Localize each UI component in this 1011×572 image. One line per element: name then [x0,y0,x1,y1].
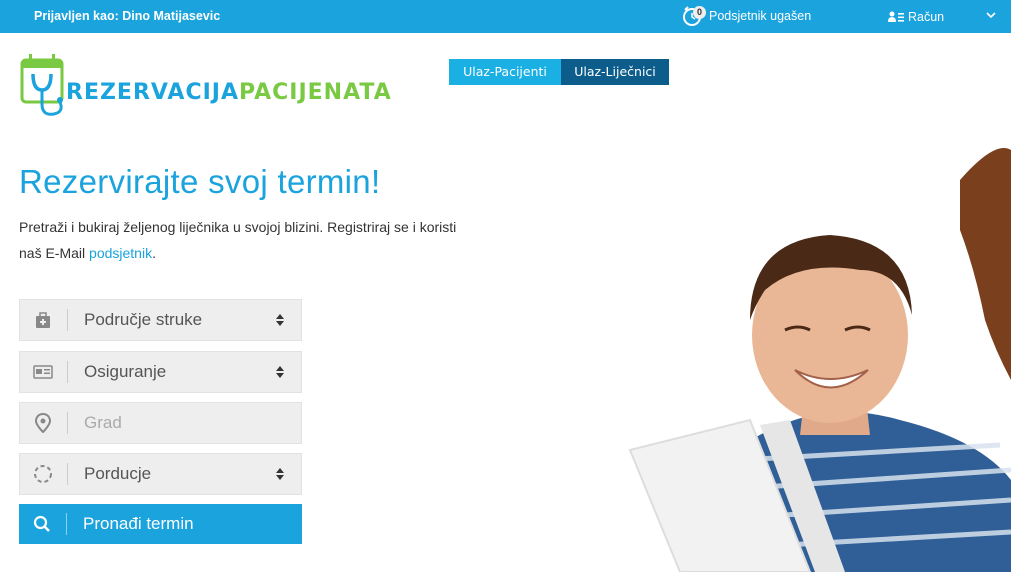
alarm-clock-icon: 0 [682,5,706,27]
logo-text-part1: REZERVACIJA [66,80,239,105]
patients-login-button[interactable]: Ulaz-Pacijenti [449,59,561,85]
reminder-status: Podsjetnik ugašen [709,9,812,23]
logged-in-label: Prijavljen kao: Dino Matijasevic [34,9,221,23]
map-pin-icon [35,413,51,433]
sort-arrows-icon [276,314,284,326]
id-card-icon [33,365,53,379]
search-button[interactable]: Pronađi termin [19,504,302,544]
reminder-toggle[interactable]: 0 Podsjetnik ugašen [682,4,811,28]
user-list-icon [888,11,904,22]
search-icon [33,515,50,532]
account-label: Račun [908,10,945,24]
sort-arrows-icon [276,366,284,378]
medical-kit-icon [36,312,50,328]
doctors-login-button[interactable]: Ulaz-Liječnici [561,59,669,85]
site-logo[interactable]: REZERVACIJAPACIJENATA [20,50,391,120]
subline-text: Pretraži i bukiraj željenog liječnika u … [19,219,457,261]
page-subline: Pretraži i bukiraj željenog liječnika u … [19,214,459,266]
city-input[interactable]: Grad [19,402,302,444]
insurance-select-value: Osiguranje [84,362,167,381]
specialty-select-value: Područje struke [84,310,203,329]
sort-arrows-icon [276,468,284,480]
city-input-placeholder: Grad [84,413,122,432]
calendar-stethoscope-icon [20,54,64,116]
chevron-down-icon[interactable] [986,11,996,19]
hero-image [628,148,1011,572]
reminder-link[interactable]: podsjetnik [89,245,152,261]
specialty-select[interactable]: Područje struke [19,299,302,341]
subline-end: . [152,245,156,261]
area-select[interactable]: Porducje [19,453,302,495]
logo-text: REZERVACIJAPACIJENATA [66,80,392,105]
dashed-circle-icon [34,465,52,483]
page-headline: Rezervirajte svoj termin! [19,163,381,200]
logo-text-part2: PACIJENATA [239,80,392,105]
area-select-value: Porducje [84,464,152,483]
insurance-select[interactable]: Osiguranje [19,351,302,393]
account-menu[interactable]: Račun [888,4,944,30]
top-bar: Prijavljen kao: Dino Matijasevic 0 Podsj… [0,0,1011,33]
reminder-count-badge: 0 [693,6,706,19]
search-button-label: Pronađi termin [83,514,194,533]
